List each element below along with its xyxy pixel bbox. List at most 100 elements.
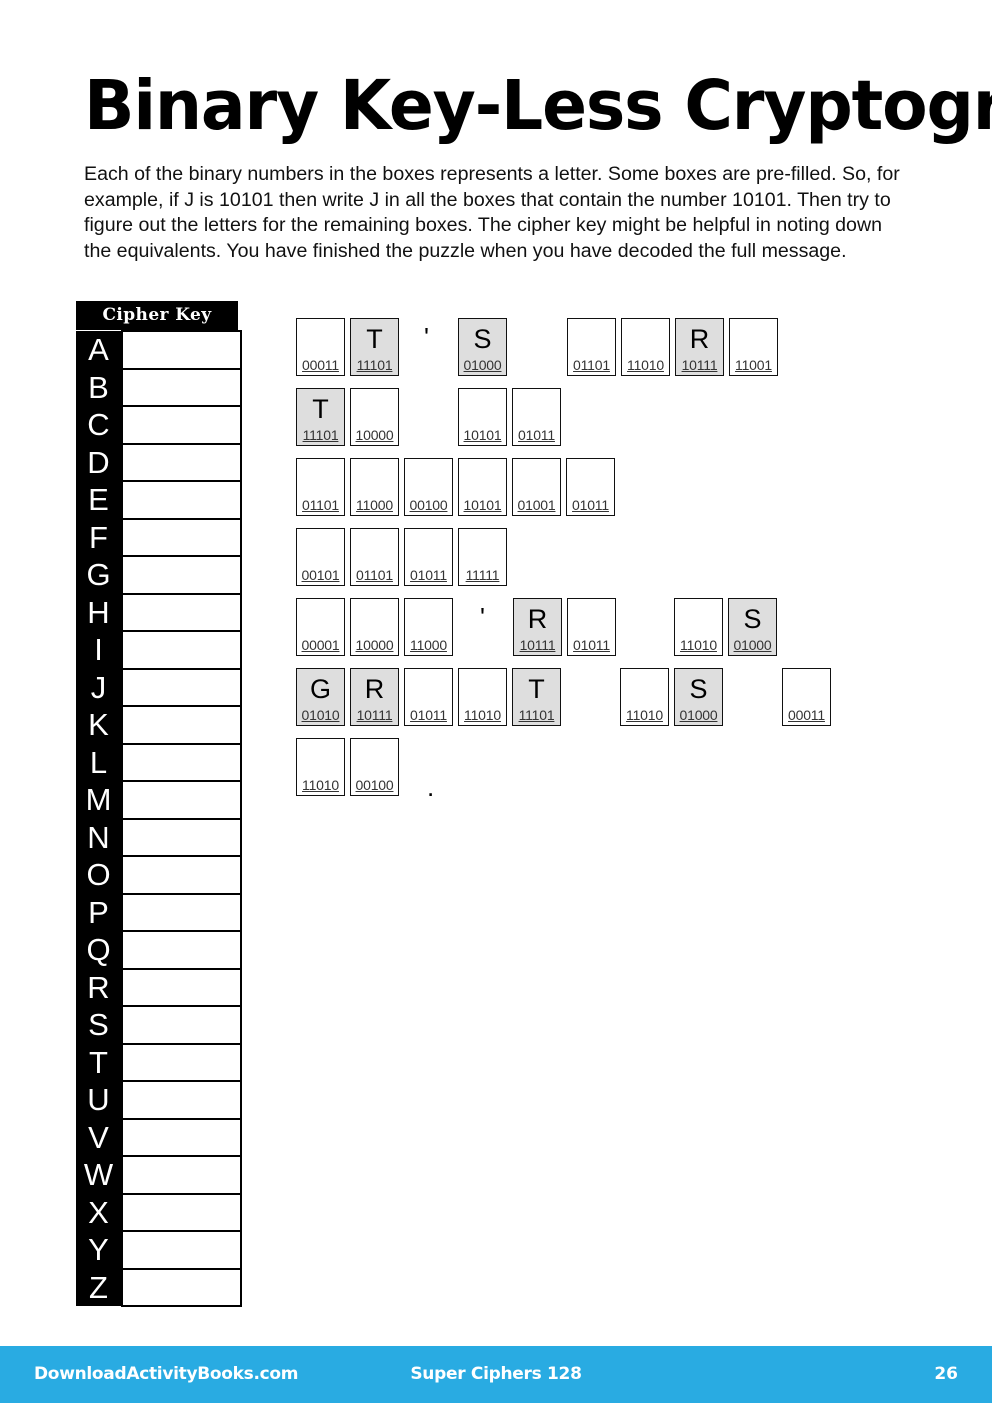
cipher-cell[interactable]: 01101: [350, 528, 399, 586]
cipher-cell[interactable]: 00011: [296, 318, 345, 376]
cipher-cell[interactable]: 11010: [296, 738, 345, 796]
cipher-cell[interactable]: T 11101: [512, 668, 561, 726]
puzzle-grid: 00011 T 11101 ' S 01000 01101 11010 R 10111 11001 T…: [296, 318, 936, 808]
cipher-key-answer-z[interactable]: [121, 1267, 242, 1307]
cipher-key-answer-i[interactable]: [121, 630, 242, 670]
cipher-cell-letter: T: [312, 394, 329, 424]
cipher-key-answer-e[interactable]: [121, 480, 242, 520]
cipher-key-answer-u[interactable]: [121, 1080, 242, 1120]
puzzle-row: 00101 01101 01011 11111: [296, 528, 936, 598]
cipher-key-title: Cipher Key: [76, 301, 238, 330]
cipher-key-answer-m[interactable]: [121, 780, 242, 820]
cipher-key-answer-b[interactable]: [121, 367, 242, 407]
cipher-cell[interactable]: 01011: [567, 598, 616, 656]
cipher-key-row: S: [76, 1005, 242, 1045]
cipher-key-letter-v: V: [76, 1118, 122, 1156]
cipher-key-answer-o[interactable]: [121, 855, 242, 895]
cipher-key-answer-t[interactable]: [121, 1042, 242, 1082]
cipher-cell-binary-code: 01010: [301, 707, 340, 723]
cipher-cell[interactable]: R 10111: [513, 598, 562, 656]
cipher-cell[interactable]: 10000: [350, 598, 399, 656]
cipher-key-answer-d[interactable]: [121, 442, 242, 482]
cipher-key-letter-g: G: [76, 556, 122, 594]
cipher-key-answer-k[interactable]: [121, 705, 242, 745]
cipher-key-answer-y[interactable]: [121, 1230, 242, 1270]
cipher-cell[interactable]: 10101: [458, 388, 507, 446]
cipher-key-answer-f[interactable]: [121, 517, 242, 557]
cipher-key-answer-c[interactable]: [121, 405, 242, 445]
cipher-cell[interactable]: 01011: [566, 458, 615, 516]
cipher-key-row: X: [76, 1192, 242, 1232]
cipher-key-letter-s: S: [76, 1006, 122, 1044]
cipher-cell[interactable]: 01011: [512, 388, 561, 446]
cipher-cell-binary-code: 00011: [788, 707, 825, 723]
cipher-key-row: J: [76, 667, 242, 707]
cipher-cell-binary-code: 00100: [409, 497, 448, 513]
cipher-cell[interactable]: 11010: [458, 668, 507, 726]
cipher-cell[interactable]: 11010: [674, 598, 723, 656]
cipher-cell[interactable]: 11010: [621, 318, 670, 376]
cipher-cell[interactable]: G 01010: [296, 668, 345, 726]
cipher-cell-binary-code: 11101: [518, 707, 555, 723]
cipher-key-row: D: [76, 442, 242, 482]
cipher-key-answer-w[interactable]: [121, 1155, 242, 1195]
cipher-key-answer-x[interactable]: [121, 1192, 242, 1232]
cipher-cell[interactable]: 01101: [567, 318, 616, 376]
cipher-cell[interactable]: 01011: [404, 528, 453, 586]
cipher-key-letter-z: Z: [76, 1268, 122, 1306]
cipher-cell[interactable]: 00100: [350, 738, 399, 796]
cipher-cell[interactable]: T 11101: [296, 388, 345, 446]
cipher-key-row: F: [76, 517, 242, 557]
cipher-key-answer-g[interactable]: [121, 555, 242, 595]
cipher-key-letter-w: W: [76, 1156, 122, 1194]
cipher-cell[interactable]: 11010: [620, 668, 669, 726]
cipher-cell-binary-code: 11101: [356, 357, 393, 373]
cipher-key-answer-r[interactable]: [121, 967, 242, 1007]
cipher-cell[interactable]: S 01000: [458, 318, 507, 376]
cipher-cell-binary-code: 01101: [302, 497, 339, 513]
instructions-paragraph: Each of the binary numbers in the boxes …: [84, 163, 900, 262]
cipher-cell-binary-code: 11010: [302, 777, 339, 793]
puzzle-row: G 01010 R 10111 01011 11010 T 11101 11010 S 01000 0…: [296, 668, 936, 738]
cipher-cell[interactable]: 11111: [458, 528, 507, 586]
cipher-cell[interactable]: T 11101: [350, 318, 399, 376]
cipher-cell[interactable]: R 10111: [350, 668, 399, 726]
cipher-cell-binary-code: 00001: [301, 637, 340, 653]
cipher-cell[interactable]: 01101: [296, 458, 345, 516]
cipher-key-row: I: [76, 630, 242, 670]
cipher-key-answer-v[interactable]: [121, 1117, 242, 1157]
cipher-cell[interactable]: 10101: [458, 458, 507, 516]
cipher-key-answer-l[interactable]: [121, 742, 242, 782]
cipher-key-row: R: [76, 967, 242, 1007]
cipher-cell[interactable]: 11000: [350, 458, 399, 516]
cipher-key-answer-s[interactable]: [121, 1005, 242, 1045]
cipher-cell-binary-code: 11000: [410, 637, 447, 653]
cipher-key-answer-p[interactable]: [121, 892, 242, 932]
cipher-key-letter-q: Q: [76, 931, 122, 969]
cipher-cell[interactable]: R 10111: [675, 318, 724, 376]
page-title: Binary Key-Less Cryptogram: [84, 66, 992, 146]
cipher-cell[interactable]: 10000: [350, 388, 399, 446]
cipher-key-letter-y: Y: [76, 1231, 122, 1269]
cipher-key-letter-d: D: [76, 443, 122, 481]
cipher-key-answer-j[interactable]: [121, 667, 242, 707]
cipher-key-letter-j: J: [76, 668, 122, 706]
footer-page-number: 26: [934, 1364, 958, 1384]
cipher-cell[interactable]: S 01000: [674, 668, 723, 726]
cipher-cell[interactable]: 01001: [512, 458, 561, 516]
cipher-key-answer-h[interactable]: [121, 592, 242, 632]
cipher-cell[interactable]: 01011: [404, 668, 453, 726]
cipher-cell[interactable]: 00001: [296, 598, 345, 656]
cipher-key-answer-n[interactable]: [121, 817, 242, 857]
cipher-cell[interactable]: 11001: [729, 318, 778, 376]
cipher-cell[interactable]: 00100: [404, 458, 453, 516]
cipher-key-answer-a[interactable]: [121, 330, 242, 370]
cipher-cell-binary-code: 11010: [626, 707, 663, 723]
cipher-cell-letter: R: [364, 674, 385, 704]
cipher-cell[interactable]: 11000: [404, 598, 453, 656]
cipher-cell-binary-code: 01000: [463, 357, 502, 373]
cipher-cell[interactable]: 00101: [296, 528, 345, 586]
cipher-cell[interactable]: S 01000: [728, 598, 777, 656]
cipher-key-answer-q[interactable]: [121, 930, 242, 970]
cipher-cell[interactable]: 00011: [782, 668, 831, 726]
